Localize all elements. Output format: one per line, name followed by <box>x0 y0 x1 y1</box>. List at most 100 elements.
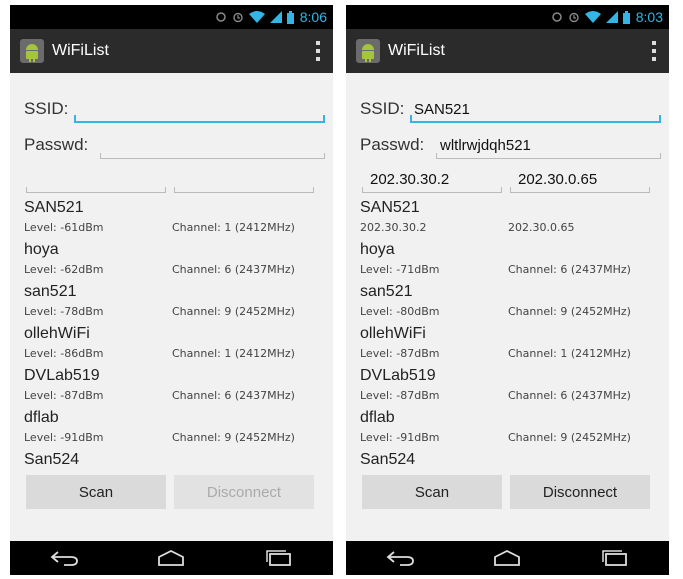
network-ssid: DVLab519 <box>360 367 436 384</box>
list-item[interactable]: ollehWiFi Level: -86dBm Channel: 1 (2412… <box>24 325 325 367</box>
network-ssid: dflab <box>24 409 59 426</box>
network-ssid: san521 <box>24 283 77 300</box>
network-channel: Channel: 6 (2437MHz) <box>508 389 631 402</box>
battery-icon <box>286 10 294 24</box>
list-item[interactable]: SAN521 202.30.30.2 202.30.0.65 <box>360 199 661 241</box>
list-item[interactable]: DVLab519 Level: -87dBm Channel: 6 (2437M… <box>24 367 325 409</box>
passwd-label: Passwd: <box>24 135 89 154</box>
android-app-icon <box>356 39 380 63</box>
network-channel: Channel: 9 (2452MHz) <box>172 305 295 318</box>
list-item[interactable]: hoya Level: -71dBm Channel: 6 (2437MHz) <box>360 241 661 283</box>
status-bar: 8:03 <box>346 5 669 29</box>
ssid-label: SSID: <box>24 99 69 118</box>
network-level: Level: -87dBm <box>360 389 440 402</box>
sync-icon <box>552 12 562 22</box>
network-level: Level: -87dBm <box>24 389 104 402</box>
network-ssid: SAN521 <box>360 199 420 216</box>
main-content: SSID: Passwd: SAN521 Level: -61dBm Chann… <box>10 73 333 541</box>
network-level: Level: -62dBm <box>24 263 104 276</box>
list-item[interactable]: san521 Level: -80dBm Channel: 9 (2452MHz… <box>360 283 661 325</box>
network-ssid: DVLab519 <box>24 367 100 384</box>
list-item[interactable]: ollehWiFi Level: -87dBm Channel: 1 (2412… <box>360 325 661 367</box>
network-channel: Channel: 6 (2437MHz) <box>508 263 631 276</box>
status-bar: 8:06 <box>10 5 333 29</box>
network-ssid: hoya <box>24 241 59 258</box>
network-level: Level: -78dBm <box>24 305 104 318</box>
passwd-input[interactable] <box>100 135 325 159</box>
network-channel: 202.30.0.65 <box>508 221 575 234</box>
network-ssid: ollehWiFi <box>360 325 426 342</box>
network-ssid: san521 <box>360 283 413 300</box>
disconnect-button[interactable]: Disconnect <box>510 475 650 509</box>
ip-right-input[interactable] <box>174 169 314 193</box>
overflow-menu-icon[interactable] <box>315 41 321 61</box>
network-level: Level: -71dBm <box>360 263 440 276</box>
ssid-input[interactable]: SAN521 <box>410 99 661 123</box>
recent-apps-icon[interactable] <box>264 550 294 566</box>
status-time: 8:06 <box>299 9 327 25</box>
alarm-icon <box>233 12 243 23</box>
network-channel: Channel: 6 (2437MHz) <box>172 389 295 402</box>
network-channel: Channel: 1 (2412MHz) <box>172 221 295 234</box>
action-bar: WiFiList <box>346 29 669 73</box>
network-ssid: SAN521 <box>24 199 84 216</box>
network-channel: Channel: 9 (2452MHz) <box>172 431 295 444</box>
navigation-bar <box>10 541 333 575</box>
ssid-row: SSID: SAN521 <box>360 93 661 123</box>
passwd-row: Passwd: wltlrwjdqh521 <box>360 129 661 159</box>
status-time: 8:03 <box>635 9 663 25</box>
scan-button[interactable]: Scan <box>26 475 166 509</box>
list-item[interactable]: hoya Level: -62dBm Channel: 6 (2437MHz) <box>24 241 325 283</box>
sync-icon <box>216 12 226 22</box>
list-item[interactable]: san521 Level: -78dBm Channel: 9 (2452MHz… <box>24 283 325 325</box>
network-list: SAN521 Level: -61dBm Channel: 1 (2412MHz… <box>24 199 325 493</box>
phone-screen-left: 8:06 WiFiList SSID: Passwd: SAN521 Level… <box>10 5 333 575</box>
network-ssid: hoya <box>360 241 395 258</box>
ssid-row: SSID: <box>24 93 325 123</box>
list-item[interactable]: DVLab519 Level: -87dBm Channel: 6 (2437M… <box>360 367 661 409</box>
network-ssid: San524 <box>24 451 80 468</box>
overflow-menu-icon[interactable] <box>651 41 657 61</box>
action-bar: WiFiList <box>10 29 333 73</box>
network-ssid: San524 <box>360 451 416 468</box>
passwd-label: Passwd: <box>360 135 425 154</box>
alarm-icon <box>569 12 579 23</box>
network-ssid: ollehWiFi <box>24 325 90 342</box>
home-icon[interactable] <box>156 550 186 566</box>
scan-button[interactable]: Scan <box>362 475 502 509</box>
network-channel: Channel: 9 (2452MHz) <box>508 431 631 444</box>
status-icons <box>215 10 294 24</box>
back-icon[interactable] <box>385 550 415 566</box>
wifi-icon <box>248 11 265 23</box>
ip-right-input[interactable]: 202.30.0.65 <box>510 169 650 193</box>
network-ssid: dflab <box>360 409 395 426</box>
back-icon[interactable] <box>49 550 79 566</box>
android-app-icon <box>20 39 44 63</box>
list-item[interactable]: dflab Level: -91dBm Channel: 9 (2452MHz) <box>360 409 661 451</box>
ssid-input[interactable] <box>74 99 325 123</box>
network-level: Level: -80dBm <box>360 305 440 318</box>
signal-icon <box>605 11 618 23</box>
network-level: Level: -91dBm <box>360 431 440 444</box>
wifi-icon <box>584 11 601 23</box>
status-icons <box>551 10 630 24</box>
passwd-row: Passwd: <box>24 129 325 159</box>
disconnect-button: Disconnect <box>174 475 314 509</box>
ip-left-input[interactable] <box>26 169 166 193</box>
main-content: SSID: SAN521 Passwd: wltlrwjdqh521 202.3… <box>346 73 669 541</box>
network-level: Level: -86dBm <box>24 347 104 360</box>
network-channel: Channel: 9 (2452MHz) <box>508 305 631 318</box>
list-item[interactable]: dflab Level: -91dBm Channel: 9 (2452MHz) <box>24 409 325 451</box>
ip-left-input[interactable]: 202.30.30.2 <box>362 169 502 193</box>
network-channel: Channel: 6 (2437MHz) <box>172 263 295 276</box>
app-title: WiFiList <box>388 42 445 59</box>
network-channel: Channel: 1 (2412MHz) <box>172 347 295 360</box>
ssid-label: SSID: <box>360 99 405 118</box>
home-icon[interactable] <box>492 550 522 566</box>
list-item[interactable]: SAN521 Level: -61dBm Channel: 1 (2412MHz… <box>24 199 325 241</box>
passwd-input[interactable]: wltlrwjdqh521 <box>436 135 661 159</box>
navigation-bar <box>346 541 669 575</box>
recent-apps-icon[interactable] <box>600 550 630 566</box>
network-level: Level: -91dBm <box>24 431 104 444</box>
phone-screen-right: 8:03 WiFiList SSID: SAN521 Passwd: wltlr… <box>346 5 669 575</box>
